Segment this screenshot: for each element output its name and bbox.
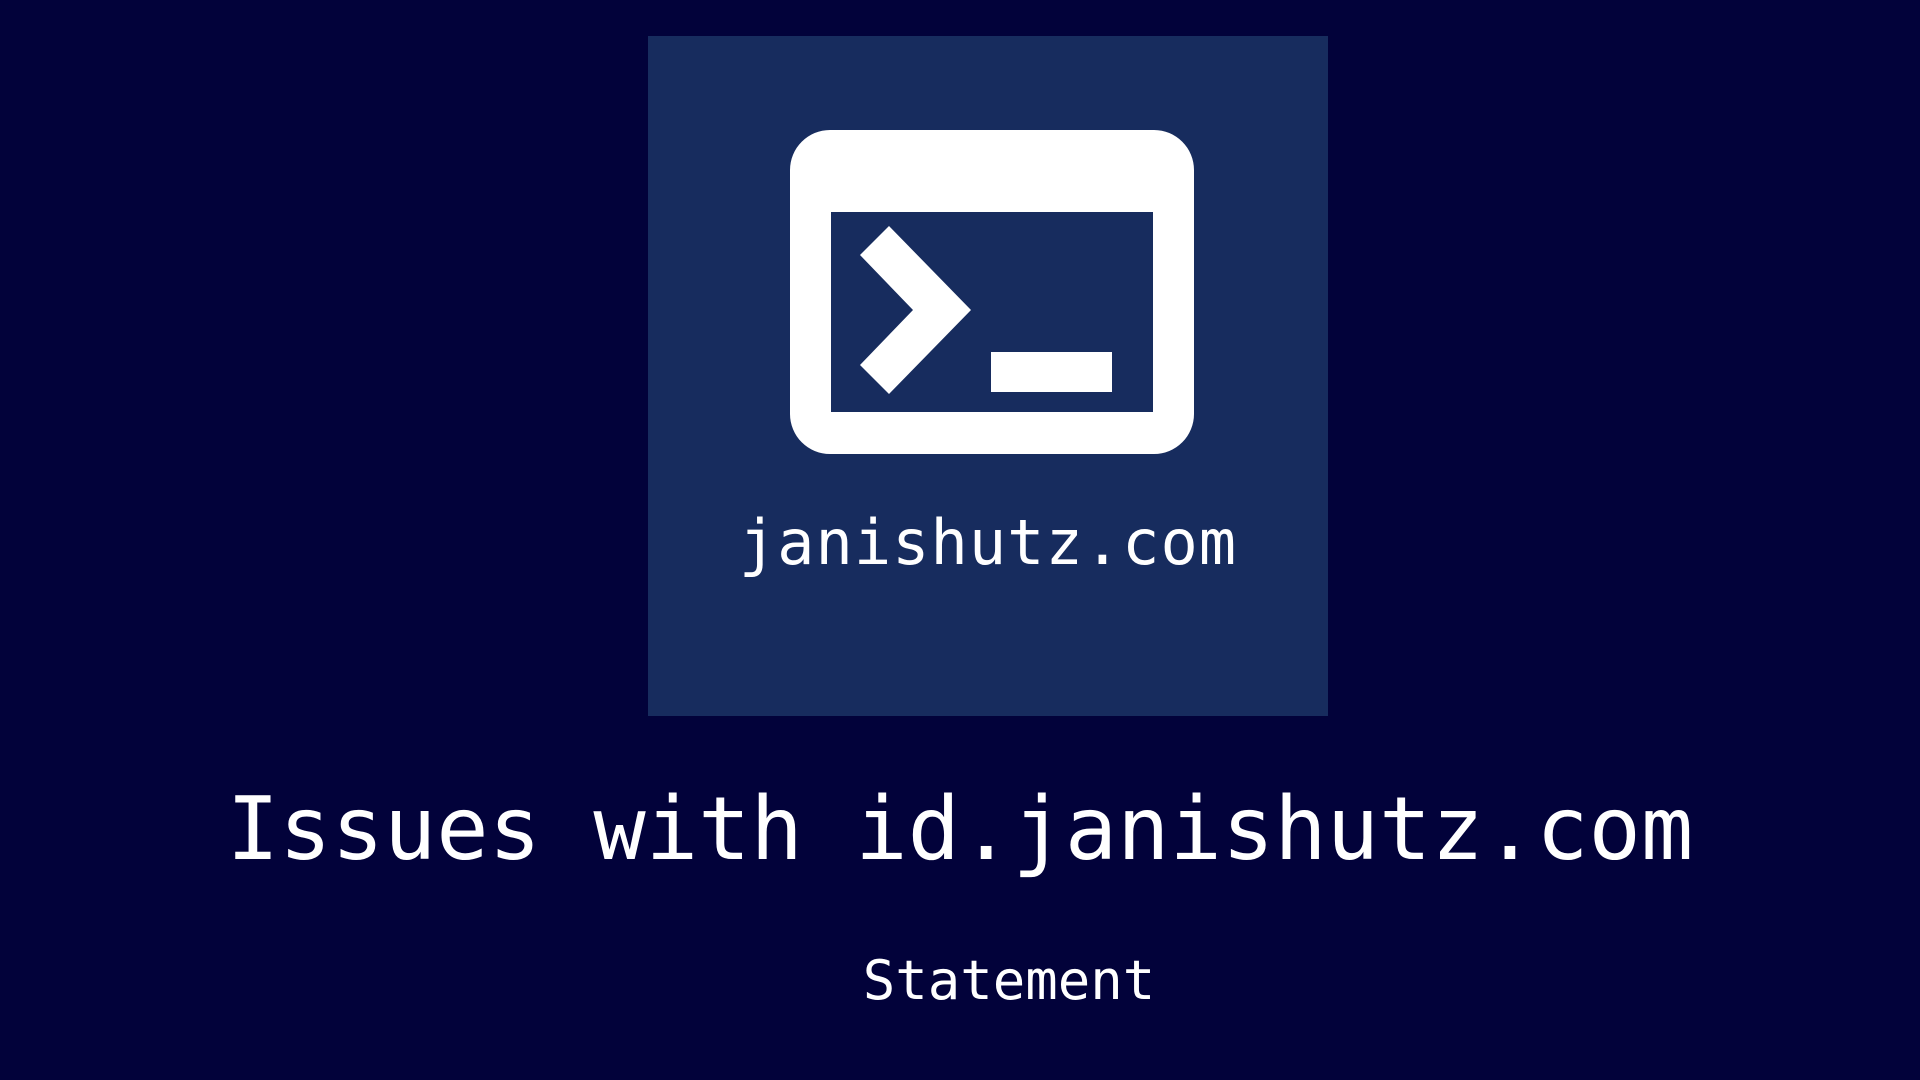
logo-caption: janishutz.com: [738, 506, 1238, 579]
terminal-icon: [790, 130, 1194, 454]
page-root: { "theme": { "background": "#02023a", "t…: [0, 0, 1920, 1080]
page-subtitle: Statement: [862, 949, 1156, 1012]
logo-tile: janishutz.com: [648, 36, 1328, 716]
page-title: Issues with id.janishutz.com: [226, 778, 1694, 880]
